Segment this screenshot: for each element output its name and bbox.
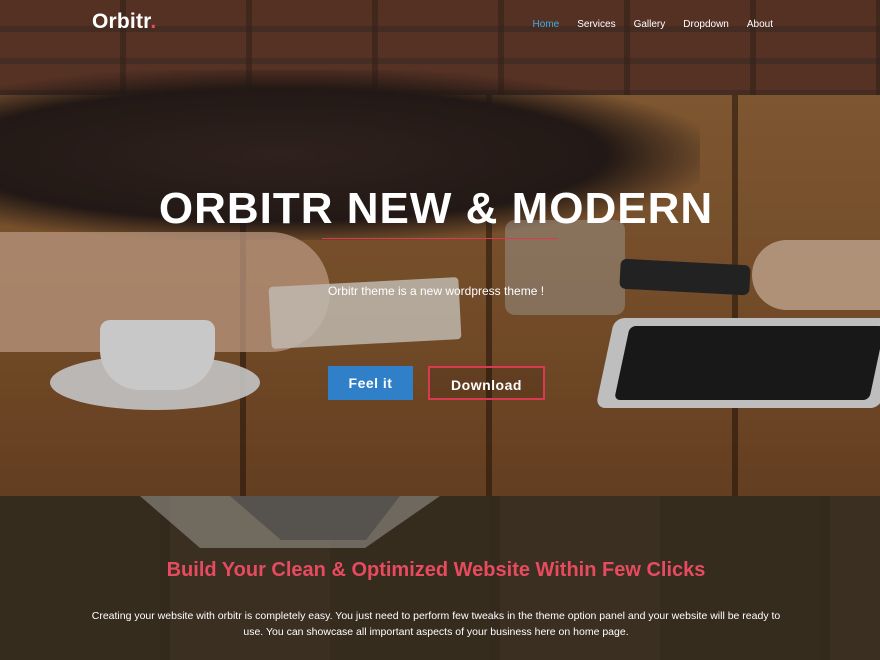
navbar: Orbitr. Home Services Gallery Dropdown A… [0, 0, 880, 50]
hero-subtitle: Orbitr theme is a new wordpress theme ! [327, 284, 545, 298]
hero-section: ORBITR NEW & MODERN Orbitr theme is a ne… [0, 0, 880, 496]
site-logo[interactable]: Orbitr. [92, 10, 156, 34]
nav-menu: Home Services Gallery Dropdown About [533, 19, 773, 30]
hero-title-underline [322, 238, 558, 239]
hero-title: ORBITR NEW & MODERN [158, 184, 714, 233]
intro-title: Build Your Clean & Optimized Website Wit… [166, 559, 706, 581]
nav-item-about[interactable]: About [747, 19, 773, 30]
download-button[interactable]: Download [428, 366, 545, 400]
logo-text: Orbitr [92, 10, 151, 33]
nav-item-dropdown[interactable]: Dropdown [683, 19, 729, 30]
logo-dot: . [150, 10, 157, 33]
nav-item-services[interactable]: Services [577, 19, 615, 30]
nav-item-gallery[interactable]: Gallery [634, 19, 666, 30]
intro-text: Creating your website with orbitr is com… [91, 610, 781, 638]
hero-overlay [0, 0, 880, 496]
feel-it-button[interactable]: Feel it [328, 366, 413, 400]
intro-section: Build Your Clean & Optimized Website Wit… [0, 496, 880, 660]
nav-item-home[interactable]: Home [533, 19, 560, 30]
